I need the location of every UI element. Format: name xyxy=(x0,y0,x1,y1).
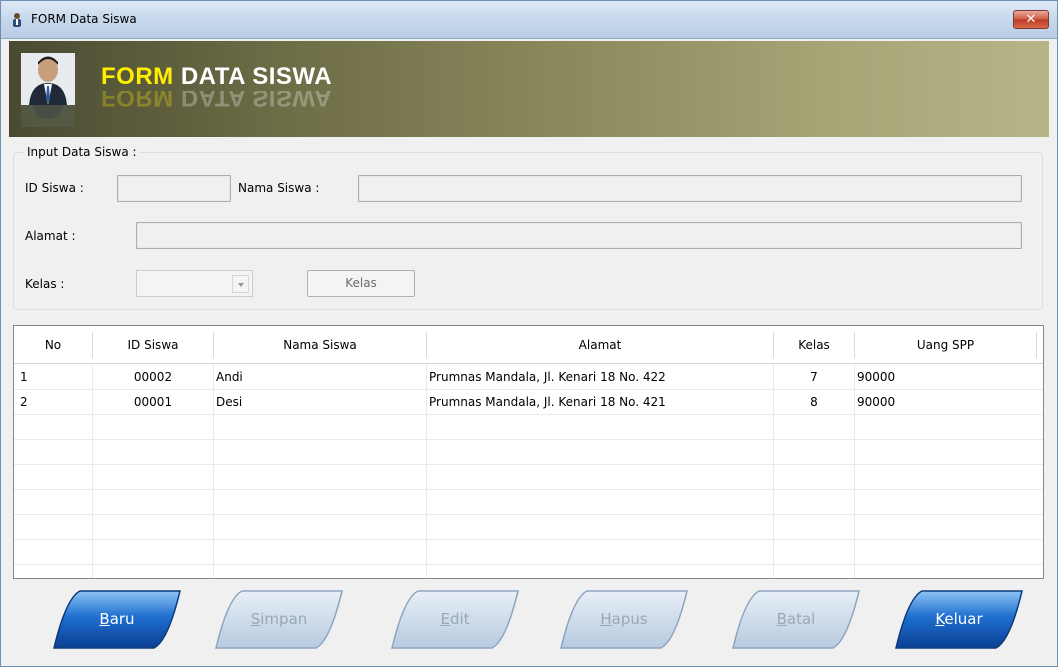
id-siswa-field[interactable] xyxy=(117,175,231,202)
id-siswa-label: ID Siswa : xyxy=(25,181,84,195)
cell-kelas: 8 xyxy=(810,395,818,409)
cell-uang-spp: 90000 xyxy=(857,370,896,384)
kelas-button[interactable]: Kelas xyxy=(307,270,415,297)
kelas-label: Kelas : xyxy=(25,277,65,291)
cell-no: 2 xyxy=(20,395,28,409)
header-banner: FORM DATA SISWA FORM DATA SISWA xyxy=(9,41,1049,137)
cell-no: 1 xyxy=(20,370,28,384)
column-header-alamat[interactable]: Alamat xyxy=(427,326,773,364)
empty-table-row[interactable] xyxy=(14,540,1043,565)
table-row[interactable]: 1 00002 Andi Prumnas Mandala, Jl. Kenari… xyxy=(14,365,1043,390)
keluar-button-label: Keluar xyxy=(935,610,983,628)
column-separator[interactable] xyxy=(1036,332,1037,358)
close-button[interactable]: ✕ xyxy=(1013,10,1049,29)
column-header-uang-spp[interactable]: Uang SPP xyxy=(855,326,1036,364)
cell-uang-spp: 90000 xyxy=(857,395,896,409)
simpan-button-label: Simpan xyxy=(250,610,308,628)
hapus-button-label: Hapus xyxy=(600,610,648,628)
column-header-id-siswa[interactable]: ID Siswa xyxy=(93,326,213,364)
nama-siswa-label: Nama Siswa : xyxy=(238,181,320,195)
app-window: FORM Data Siswa ✕ FORM DATA SISWA FORM D… xyxy=(0,0,1058,667)
baru-button[interactable]: Baru xyxy=(52,589,182,650)
column-header-no[interactable]: No xyxy=(14,326,92,364)
batal-button-label: Batal xyxy=(776,610,816,628)
empty-table-row[interactable] xyxy=(14,415,1043,440)
table-header: No ID Siswa Nama Siswa Alamat Kelas Uang… xyxy=(14,326,1043,364)
column-header-nama-siswa[interactable]: Nama Siswa xyxy=(214,326,426,364)
edit-button-label: Edit xyxy=(440,610,470,628)
close-icon: ✕ xyxy=(1025,12,1037,27)
banner-title: FORM DATA SISWA xyxy=(101,63,332,91)
banner-title-word2: DATA SISWA xyxy=(180,63,333,90)
cell-alamat: Prumnas Mandala, Jl. Kenari 18 No. 421 xyxy=(429,395,666,409)
cell-id-siswa: 00001 xyxy=(133,395,173,409)
cell-id-siswa: 00002 xyxy=(133,370,173,384)
user-avatar-icon xyxy=(21,53,75,127)
empty-table-row[interactable] xyxy=(14,465,1043,490)
alamat-field[interactable] xyxy=(136,222,1022,249)
empty-table-row[interactable] xyxy=(14,515,1043,540)
input-group-legend: Input Data Siswa : xyxy=(24,145,140,159)
cell-nama-siswa: Andi xyxy=(216,370,243,384)
simpan-button[interactable]: Simpan xyxy=(214,589,344,650)
dropdown-arrow-button[interactable] xyxy=(232,275,249,293)
baru-button-label: Baru xyxy=(99,610,135,628)
edit-button[interactable]: Edit xyxy=(390,589,520,650)
banner-title-reflection: FORM DATA SISWA xyxy=(101,91,332,111)
banner-reflection-word2: DATA SISWA xyxy=(180,91,333,111)
kelas-dropdown[interactable] xyxy=(136,270,253,297)
title-bar[interactable]: FORM Data Siswa ✕ xyxy=(1,1,1057,39)
banner-title-word1: FORM xyxy=(101,63,174,90)
alamat-label: Alamat : xyxy=(25,229,76,243)
batal-button[interactable]: Batal xyxy=(731,589,861,650)
banner-reflection-word1: FORM xyxy=(101,91,174,111)
nama-siswa-field[interactable] xyxy=(358,175,1022,202)
cell-alamat: Prumnas Mandala, Jl. Kenari 18 No. 422 xyxy=(429,370,666,384)
cell-kelas: 7 xyxy=(810,370,818,384)
chevron-down-icon xyxy=(238,283,244,287)
empty-table-row[interactable] xyxy=(14,490,1043,515)
app-icon xyxy=(13,13,21,27)
keluar-button[interactable]: Keluar xyxy=(894,589,1024,650)
window-title: FORM Data Siswa xyxy=(31,12,137,26)
cell-nama-siswa: Desi xyxy=(216,395,243,409)
hapus-button[interactable]: Hapus xyxy=(559,589,689,650)
student-table[interactable]: No ID Siswa Nama Siswa Alamat Kelas Uang… xyxy=(13,325,1044,579)
column-header-kelas[interactable]: Kelas xyxy=(774,326,854,364)
empty-table-row[interactable] xyxy=(14,440,1043,465)
table-row[interactable]: 2 00001 Desi Prumnas Mandala, Jl. Kenari… xyxy=(14,390,1043,415)
